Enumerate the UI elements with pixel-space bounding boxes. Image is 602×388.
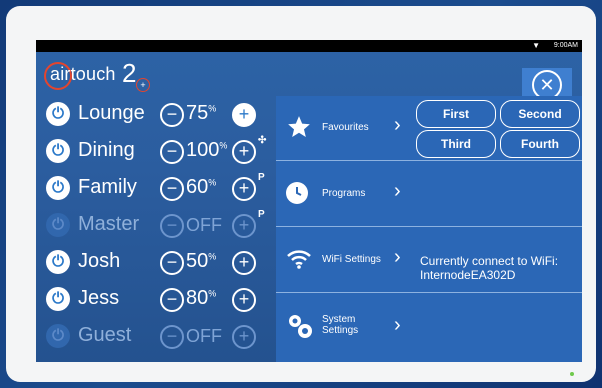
clock-hands: [296, 187, 302, 196]
increase-button[interactable]: +: [232, 214, 256, 238]
system-label-line1: System: [322, 314, 356, 325]
decrease-button[interactable]: −: [160, 251, 184, 275]
zone-row-guest: ⏻ Guest − OFF +: [36, 318, 276, 354]
clock-icon: [286, 182, 308, 204]
wifi-status-line: Currently connect to WiFi:: [420, 254, 559, 268]
zone-name: Dining: [78, 139, 135, 161]
zone-name: Jess: [78, 287, 120, 309]
wifi-settings-label: WiFi Settings: [322, 254, 381, 265]
power-icon[interactable]: ⏻: [46, 213, 70, 237]
wifi-network-name: InternodeEA302D: [420, 268, 516, 282]
zone-name: Master: [78, 213, 140, 235]
wifi-icon: [287, 250, 311, 269]
zone-row-josh: ⏻ Josh − 50% +: [36, 244, 276, 280]
programs-row[interactable]: Programs ›: [276, 162, 582, 227]
program-badge: P: [258, 209, 265, 220]
zone-percentage: 60%: [186, 176, 217, 198]
system-settings-label: System Settings: [322, 314, 358, 336]
zone-percentage: 100%: [186, 139, 228, 161]
zone-row-jess: ⏻ Jess − 80% +: [36, 281, 276, 317]
zone-name: Guest: [78, 324, 132, 346]
favourite-third-button[interactable]: Third: [416, 130, 496, 158]
clock-time: 9:00AM: [553, 42, 578, 49]
decrease-button[interactable]: −: [160, 140, 184, 164]
chevron-right-icon: ›: [394, 114, 401, 136]
menu-panel: Favourites › First Second Third Fourth P…: [276, 96, 582, 362]
zone-percentage: 50%: [186, 250, 217, 272]
zone-name: Lounge: [78, 102, 145, 124]
increase-button[interactable]: +: [232, 288, 256, 312]
power-icon[interactable]: ⏻: [46, 102, 70, 126]
gear-icon: [289, 315, 312, 338]
zone-list: ⏻ Lounge − 75% + ⏻ Dining − 100% + ✣ ⏻ F…: [36, 96, 276, 362]
increase-button[interactable]: +: [232, 140, 256, 164]
zone-name: Family: [78, 176, 137, 198]
favourite-second-button[interactable]: Second: [500, 100, 580, 128]
zone-row-lounge: ⏻ Lounge − 75% +: [36, 96, 276, 132]
logo-plus: +: [136, 78, 150, 92]
zone-percentage: OFF: [186, 326, 222, 346]
power-icon[interactable]: ⏻: [46, 324, 70, 348]
wifi-settings-row[interactable]: WiFi Settings › Currently connect to WiF…: [276, 228, 582, 293]
status-bar: ▼ 9:00AM: [36, 40, 582, 52]
fan-icon: ✣: [258, 135, 267, 146]
logo-word: airtouch: [50, 64, 116, 84]
wifi-connection-status: Currently connect to WiFi: InternodeEA30…: [420, 254, 558, 282]
decrease-button[interactable]: −: [160, 177, 184, 201]
decrease-button[interactable]: −: [160, 288, 184, 312]
system-label-line2: Settings: [322, 325, 359, 336]
increase-button[interactable]: +: [232, 103, 256, 127]
program-badge: P: [258, 172, 265, 183]
power-icon[interactable]: ⏻: [46, 176, 70, 200]
increase-button[interactable]: +: [232, 325, 256, 349]
zone-row-dining: ⏻ Dining − 100% + ✣: [36, 133, 276, 169]
chevron-right-icon: ›: [394, 180, 401, 202]
favourites-row[interactable]: Favourites › First Second Third Fourth: [276, 96, 582, 161]
power-icon[interactable]: ⏻: [46, 250, 70, 274]
programs-label: Programs: [322, 188, 366, 199]
zone-row-family: ⏻ Family − 60% + P: [36, 170, 276, 206]
status-led: [570, 372, 574, 376]
wifi-status-icon: ▼: [532, 41, 540, 50]
decrease-button[interactable]: −: [160, 103, 184, 127]
zone-percentage: OFF: [186, 215, 222, 235]
decrease-button[interactable]: −: [160, 325, 184, 349]
chevron-right-icon: ›: [394, 246, 401, 268]
favourites-label: Favourites: [322, 122, 369, 133]
app-header: airtouch 2 + ✕: [36, 52, 582, 102]
power-icon[interactable]: ⏻: [46, 139, 70, 163]
favourite-fourth-button[interactable]: Fourth: [500, 130, 580, 158]
system-settings-row[interactable]: System Settings ›: [276, 294, 582, 360]
increase-button[interactable]: +: [232, 251, 256, 275]
power-icon[interactable]: ⏻: [46, 287, 70, 311]
star-icon: [288, 116, 310, 137]
decrease-button[interactable]: −: [160, 214, 184, 238]
zone-row-master: ⏻ Master − OFF + P: [36, 207, 276, 243]
increase-button[interactable]: +: [232, 177, 256, 201]
chevron-right-icon: ›: [394, 314, 401, 336]
logo-number: 2: [122, 58, 137, 88]
zone-percentage: 75%: [186, 102, 217, 124]
zone-name: Josh: [78, 250, 121, 272]
favourite-first-button[interactable]: First: [416, 100, 496, 128]
touch-screen: ▼ 9:00AM airtouch 2 + ✕ ⏻ Lounge − 75% +…: [36, 40, 582, 362]
zone-percentage: 80%: [186, 287, 217, 309]
